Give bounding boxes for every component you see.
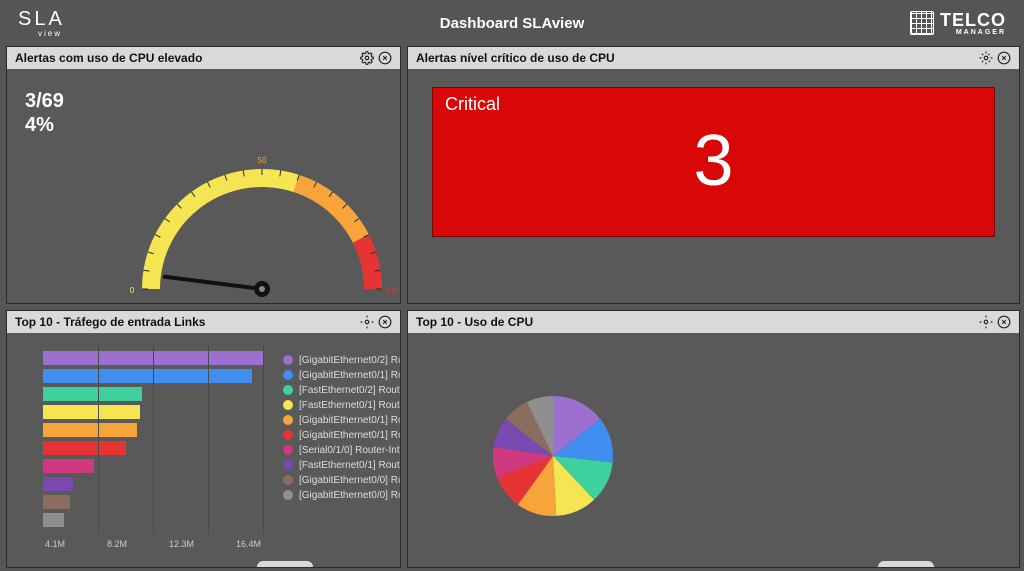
legend-swatch bbox=[283, 430, 293, 440]
panel-title: Top 10 - Tráfego de entrada Links bbox=[15, 315, 205, 329]
panel-header: Alertas nível crítico de uso de CPU bbox=[408, 47, 1019, 69]
gear-icon[interactable] bbox=[360, 51, 374, 65]
panel-cpu-elevated: Alertas com uso de CPU elevado 3/69 4% 0… bbox=[6, 46, 401, 304]
legend-label: [Serial0/1/0] Router-Int bbox=[299, 445, 400, 456]
legend-label: [GigabitEthernet0/0] Rot bbox=[299, 490, 401, 501]
critical-label: Critical bbox=[433, 88, 994, 115]
panel-header: Top 10 - Tráfego de entrada Links bbox=[7, 311, 400, 333]
legend-label: [FastEthernet0/1] Route bbox=[299, 400, 401, 411]
svg-text:0: 0 bbox=[130, 286, 135, 295]
legend-swatch bbox=[283, 415, 293, 425]
legend-label: [GigabitEthernet0/2] Rot bbox=[299, 355, 401, 366]
globe-icon bbox=[910, 11, 934, 35]
close-icon[interactable] bbox=[997, 51, 1011, 65]
panel-top-traffic: Top 10 - Tráfego de entrada Links 4.1M8.… bbox=[6, 310, 401, 568]
panel-header: Alertas com uso de CPU elevado bbox=[7, 47, 400, 69]
svg-text:100: 100 bbox=[385, 286, 397, 295]
legend-item[interactable]: [GigabitEthernet0/0] Rot bbox=[283, 488, 401, 502]
logo-left-small: view bbox=[38, 29, 65, 38]
panel-cpu-critical: Alertas nível crítico de uso de CPU Crit… bbox=[407, 46, 1020, 304]
x-axis: 4.1M8.2M12.3M16.4M bbox=[43, 539, 263, 549]
legend-swatch bbox=[283, 355, 293, 365]
logo-right-sub: MANAGER bbox=[940, 29, 1006, 36]
bar-chart: 4.1M8.2M12.3M16.4M bbox=[43, 351, 263, 547]
gear-icon[interactable] bbox=[979, 315, 993, 329]
gear-icon[interactable] bbox=[979, 51, 993, 65]
page-title: Dashboard SLAview bbox=[440, 15, 584, 32]
legend: [GigabitEthernet0/2] Rot [GigabitEthernet… bbox=[283, 353, 401, 503]
legend-swatch bbox=[283, 385, 293, 395]
gauge-stats: 3/69 4% bbox=[25, 89, 64, 137]
critical-indicator: Critical 3 bbox=[432, 87, 995, 237]
legend-swatch bbox=[283, 400, 293, 410]
legend-swatch bbox=[283, 445, 293, 455]
pie-chart bbox=[488, 391, 618, 521]
close-icon[interactable] bbox=[378, 51, 392, 65]
legend-label: [GigabitEthernet0/1] Rot bbox=[299, 370, 401, 381]
legend-item[interactable]: [GigabitEthernet0/1] Rot bbox=[283, 368, 401, 382]
legend-item[interactable]: [FastEthernet0/1] Route bbox=[283, 458, 401, 472]
gauge-ratio: 3/69 bbox=[25, 89, 64, 113]
app-header: SLA view Dashboard SLAview TELCO MANAGER bbox=[0, 0, 1024, 46]
panel-header: Top 10 - Uso de CPU bbox=[408, 311, 1019, 333]
legend-item[interactable]: [FastEthernet0/1] Route bbox=[283, 398, 401, 412]
logo-left-big: SLA bbox=[18, 8, 65, 30]
gauge-chart: 0 50 100 bbox=[127, 109, 397, 304]
legend-swatch bbox=[283, 475, 293, 485]
close-icon[interactable] bbox=[378, 315, 392, 329]
legend-label: [FastEthernet0/1] Route bbox=[299, 460, 401, 471]
pager-pill[interactable] bbox=[257, 561, 313, 568]
gauge-percent: 4% bbox=[25, 113, 64, 137]
legend-item[interactable]: [GigabitEthernet0/1] Rot bbox=[283, 428, 401, 442]
legend-item[interactable]: [FastEthernet0/2] Route bbox=[283, 383, 401, 397]
legend-swatch bbox=[283, 370, 293, 380]
panel-top-cpu: Top 10 - Uso de CPU [0] Router-Internet … bbox=[407, 310, 1020, 568]
logo-right: TELCO MANAGER bbox=[910, 10, 1006, 36]
logo-right-name: TELCO bbox=[940, 10, 1006, 30]
legend-label: [FastEthernet0/2] Route bbox=[299, 385, 401, 396]
legend-item[interactable]: [Serial0/1/0] Router-Int bbox=[283, 443, 401, 457]
dashboard-grid: Alertas com uso de CPU elevado 3/69 4% 0… bbox=[0, 46, 1024, 568]
legend-item[interactable]: [GigabitEthernet0/2] Rot bbox=[283, 353, 401, 367]
panel-title: Alertas com uso de CPU elevado bbox=[15, 51, 202, 65]
close-icon[interactable] bbox=[997, 315, 1011, 329]
legend-swatch bbox=[283, 490, 293, 500]
gear-icon[interactable] bbox=[360, 315, 374, 329]
critical-count: 3 bbox=[433, 115, 994, 209]
logo-left: SLA view bbox=[18, 8, 65, 38]
legend-item[interactable]: [GigabitEthernet0/1] Rot bbox=[283, 413, 401, 427]
legend-label: [GigabitEthernet0/1] Rot bbox=[299, 415, 401, 426]
legend-item[interactable]: [GigabitEthernet0/0] Rot bbox=[283, 473, 401, 487]
pager-pill[interactable] bbox=[878, 561, 934, 568]
legend-label: [GigabitEthernet0/1] Rot bbox=[299, 430, 401, 441]
svg-text:50: 50 bbox=[258, 156, 267, 165]
legend-swatch bbox=[283, 460, 293, 470]
legend-label: [GigabitEthernet0/0] Rot bbox=[299, 475, 401, 486]
panel-title: Alertas nível crítico de uso de CPU bbox=[416, 51, 615, 65]
panel-title: Top 10 - Uso de CPU bbox=[416, 315, 533, 329]
